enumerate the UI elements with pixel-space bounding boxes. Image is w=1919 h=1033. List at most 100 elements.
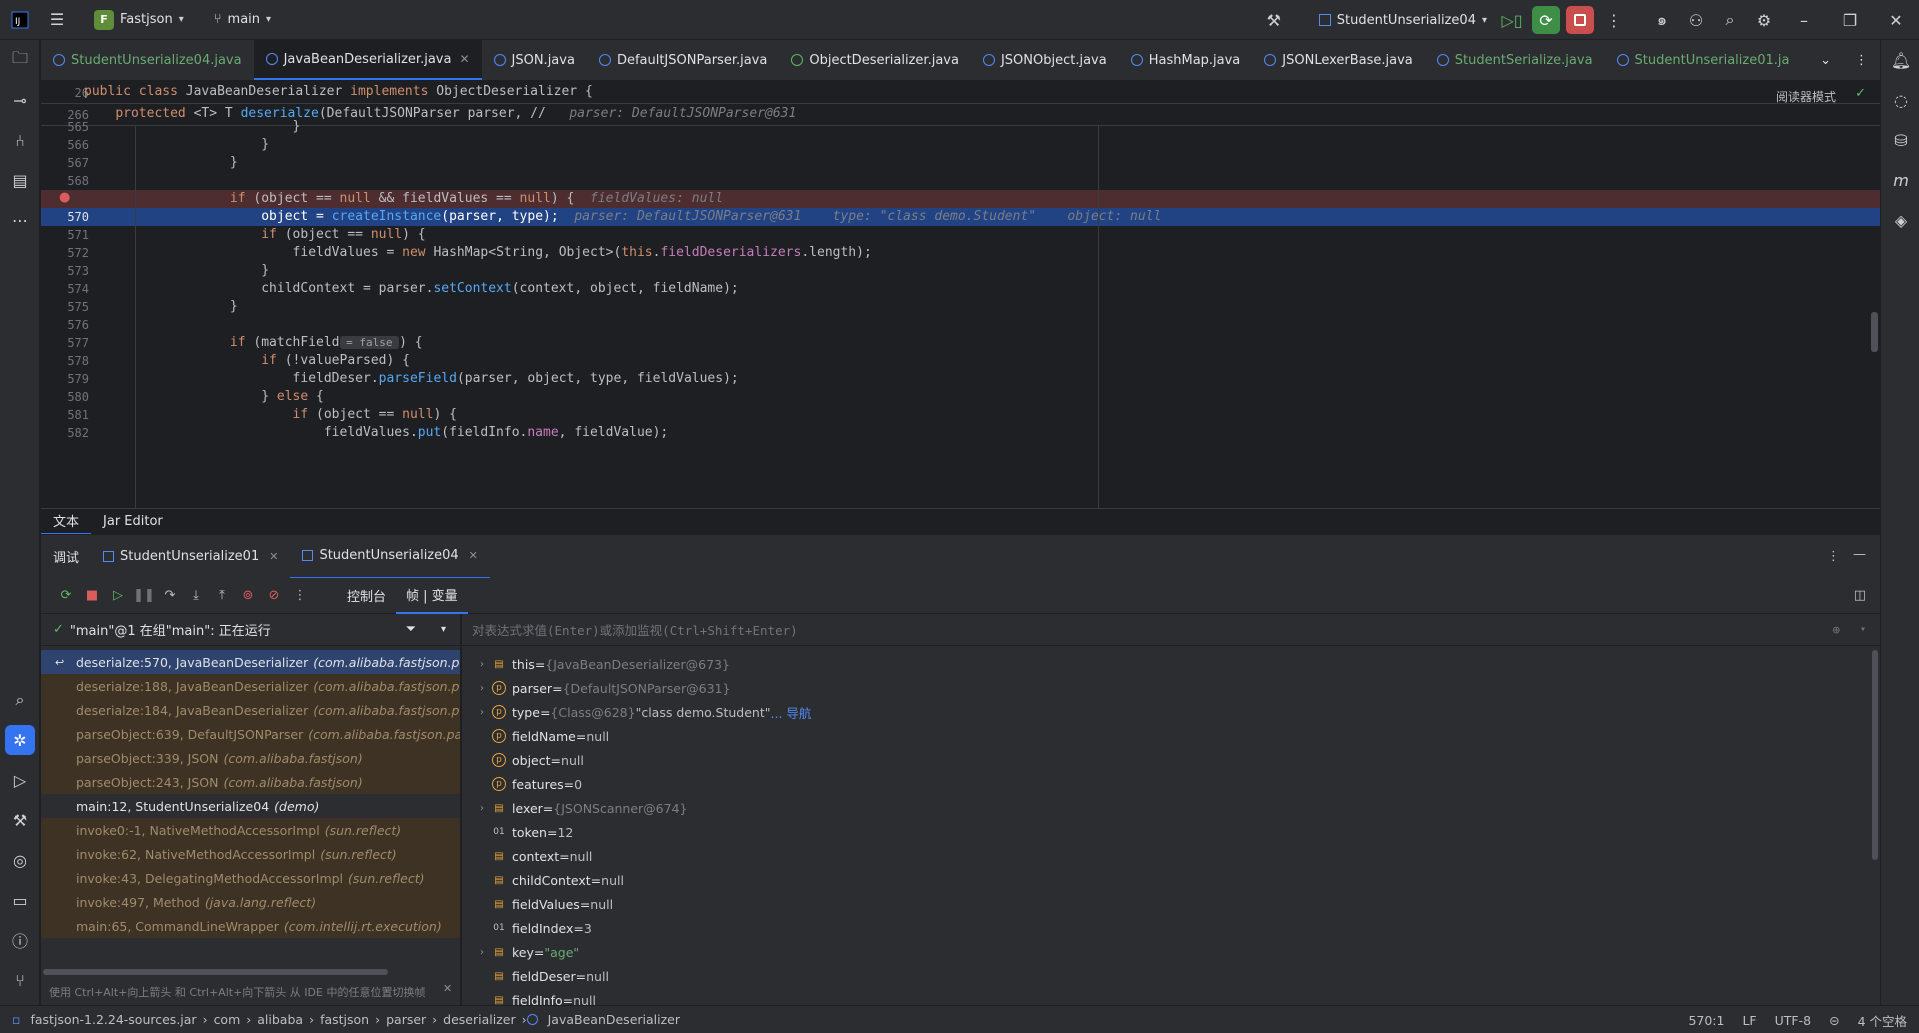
close-icon[interactable]: ✕ bbox=[269, 550, 278, 563]
expand-chevron-icon[interactable]: › bbox=[472, 803, 492, 814]
breadcrumb-item[interactable]: com bbox=[214, 1012, 241, 1027]
stack-frame[interactable]: parseObject:243, JSON (com.alibaba.fastjs… bbox=[41, 770, 460, 794]
step-out-icon[interactable]: ⤒ bbox=[209, 583, 235, 609]
run-icon[interactable]: ▷ bbox=[0, 760, 40, 800]
variable-row[interactable]: › ▤ key = "age" bbox=[462, 940, 1880, 964]
stack-frame[interactable]: main:12, StudentUnserialize04 (demo) bbox=[41, 794, 460, 818]
database-icon[interactable]: ⛁ bbox=[1881, 120, 1919, 160]
breadcrumb-item[interactable]: fastjson bbox=[320, 1012, 369, 1027]
caret-position[interactable]: 570:1 bbox=[1688, 1013, 1724, 1028]
terminal-icon[interactable]: ▭ bbox=[0, 880, 40, 920]
variable-row[interactable]: p features = 0 bbox=[462, 772, 1880, 796]
editor-tab[interactable]: StudentUnserialize04.java bbox=[41, 40, 254, 80]
editor-tab[interactable]: ObjectDeserializer.java bbox=[779, 40, 971, 80]
breadcrumb-item[interactable]: deserializer bbox=[443, 1012, 515, 1027]
breadcrumb-item[interactable]: fastjson-1.2.24-sources.jar bbox=[30, 1012, 196, 1027]
add-user-icon[interactable]: ⚇ bbox=[1679, 0, 1713, 40]
project-selector[interactable]: F Fastjson ▾ bbox=[86, 6, 192, 34]
close-window-icon[interactable]: ✕ bbox=[1873, 0, 1919, 40]
code-editor[interactable]: 26 public class JavaBeanDeserializer impl… bbox=[41, 82, 1880, 508]
readonly-lock-icon[interactable]: ⊝ bbox=[1829, 1013, 1839, 1028]
resume-program-icon[interactable]: ▷▯ bbox=[1495, 0, 1529, 40]
editor-tab[interactable]: JSONLexerBase.java bbox=[1252, 40, 1425, 80]
step-into-icon[interactable]: ⤓ bbox=[183, 583, 209, 609]
variable-row[interactable]: p object = null bbox=[462, 748, 1880, 772]
expand-chevron-icon[interactable]: › bbox=[472, 707, 492, 718]
filter-icon[interactable]: ⏷ bbox=[406, 622, 416, 637]
session-tab-studentunserialize04[interactable]: StudentUnserialize04 ✕ bbox=[290, 535, 490, 579]
variable-row[interactable]: › p parser = {DefaultJSONParser@631} bbox=[462, 676, 1880, 700]
tab-jar-editor[interactable]: Jar Editor bbox=[91, 509, 175, 535]
tab-text[interactable]: 文本 bbox=[41, 509, 92, 535]
close-hint-icon[interactable]: ✕ bbox=[443, 982, 452, 995]
breadcrumb-item[interactable]: parser bbox=[386, 1012, 426, 1027]
notifications-bell-icon[interactable]: 🔔︎ bbox=[1881, 40, 1919, 80]
editor-tab[interactable]: DefaultJSONParser.java bbox=[587, 40, 779, 80]
commit-icon[interactable]: ⊸ bbox=[0, 80, 40, 120]
stack-frame[interactable]: parseObject:339, JSON (com.alibaba.fastjs… bbox=[41, 746, 460, 770]
chevron-down-icon[interactable]: ▾ bbox=[441, 624, 446, 635]
mute-breakpoints-icon[interactable]: ⊘ bbox=[261, 583, 287, 609]
stop-icon[interactable] bbox=[1563, 0, 1597, 40]
rerun-debug-icon[interactable]: ⟳ bbox=[1529, 0, 1563, 40]
build-icon[interactable]: ⚒ bbox=[0, 800, 40, 840]
git-icon[interactable]: ⑂ bbox=[0, 960, 40, 1000]
close-icon[interactable]: ✕ bbox=[469, 549, 478, 562]
expand-chevron-icon[interactable]: › bbox=[472, 683, 492, 694]
indent-setting[interactable]: 4 个空格 bbox=[1858, 1011, 1907, 1030]
restore-window-icon[interactable]: ❐ bbox=[1827, 0, 1873, 40]
expand-chevron-icon[interactable]: › bbox=[472, 659, 492, 670]
variable-row[interactable]: › p type = {Class@628} "class demo.Student… bbox=[462, 700, 1880, 724]
add-watch-icon[interactable]: ⊕ bbox=[1832, 622, 1840, 637]
problems-icon[interactable]: ⓘ bbox=[0, 920, 40, 960]
maven-icon[interactable]: m bbox=[1881, 160, 1919, 200]
variable-row[interactable]: 01 fieldIndex = 3 bbox=[462, 916, 1880, 940]
resume-icon[interactable]: ▷ bbox=[105, 583, 131, 609]
stack-frame[interactable]: invoke0:-1, NativeMethodAccessorImpl (sun… bbox=[41, 818, 460, 842]
ai-chat-icon[interactable]: ◌ bbox=[1881, 80, 1919, 120]
layout-icon[interactable]: ◫ bbox=[1854, 588, 1866, 603]
services-icon[interactable]: ◎ bbox=[0, 840, 40, 880]
variable-row[interactable]: p fieldName = null bbox=[462, 724, 1880, 748]
copilot-icon[interactable]: ◈ bbox=[1881, 200, 1919, 240]
step-over-icon[interactable]: ↷ bbox=[157, 583, 183, 609]
scrollbar-thumb[interactable] bbox=[1871, 312, 1878, 352]
thread-selector[interactable]: ✓ "main"@1 在组"main": 正在运行 ⏷ ▾ bbox=[41, 614, 460, 646]
stop-icon[interactable]: ■ bbox=[79, 583, 105, 609]
ai-assistant-icon[interactable]: ๑ bbox=[1645, 0, 1679, 40]
breadcrumb-item[interactable]: JavaBeanDeserializer bbox=[548, 1012, 680, 1027]
editor-tab[interactable]: JavaBeanDeserializer.java ✕ bbox=[253, 40, 482, 80]
editor-tab[interactable]: JSONObject.java bbox=[971, 40, 1119, 80]
run-config-selector[interactable]: StudentUnserialize04 ▾ bbox=[1311, 6, 1495, 34]
expand-chevron-icon[interactable]: › bbox=[472, 947, 492, 958]
pause-icon[interactable]: ❚❚ bbox=[131, 583, 157, 609]
minimize-window-icon[interactable]: – bbox=[1781, 0, 1827, 40]
evaluate-expression-input[interactable]: 对表达式求值(Enter)或添加监视(Ctrl+Shift+Enter) ⊕ ▾ bbox=[462, 614, 1880, 646]
editor-tab[interactable]: HashMap.java bbox=[1119, 40, 1253, 80]
vars-scrollbar[interactable] bbox=[1872, 650, 1878, 860]
stack-frame[interactable]: main:65, CommandLineWrapper (com.intellij… bbox=[41, 914, 460, 938]
line-separator[interactable]: LF bbox=[1742, 1013, 1756, 1028]
variable-row[interactable]: › ▤ this = {JavaBeanDeserializer@673} bbox=[462, 652, 1880, 676]
more-options-icon[interactable]: ⋮ bbox=[1827, 549, 1840, 564]
breakpoint-icon[interactable]: ● bbox=[59, 190, 70, 205]
tab-console[interactable]: 控制台 bbox=[337, 578, 396, 614]
reader-mode-toggle[interactable]: 阅读器模式 bbox=[1776, 88, 1836, 105]
find-icon[interactable]: ⌕ bbox=[0, 680, 40, 720]
editor-tab[interactable]: StudentSerialize.java bbox=[1425, 40, 1605, 80]
hide-panel-icon[interactable]: — bbox=[1853, 547, 1866, 562]
chevron-down-icon[interactable]: ▾ bbox=[1860, 624, 1866, 635]
breadcrumb-item[interactable]: alibaba bbox=[257, 1012, 303, 1027]
more-tools-icon[interactable]: ⋯ bbox=[0, 200, 40, 240]
stack-frame[interactable]: invoke:43, DelegatingMethodAccessorImpl(… bbox=[41, 866, 460, 890]
stack-frame[interactable]: invoke:497, Method (java.lang.reflect) bbox=[41, 890, 460, 914]
rerun-icon[interactable]: ⟳ bbox=[53, 583, 79, 609]
tabs-more-icon[interactable]: ⋮ bbox=[1843, 40, 1880, 80]
view-breakpoints-icon[interactable]: ⊚ bbox=[235, 583, 261, 609]
build-hammer-icon[interactable]: ⚒ bbox=[1257, 0, 1291, 40]
main-menu-icon[interactable]: ☰ bbox=[40, 0, 74, 40]
settings-gear-icon[interactable]: ⚙ bbox=[1747, 0, 1781, 40]
more-actions-icon[interactable]: ⋮ bbox=[1597, 0, 1631, 40]
more-actions-icon[interactable]: ⋮ bbox=[287, 583, 313, 609]
pull-requests-icon[interactable]: ⑃ bbox=[0, 120, 40, 160]
